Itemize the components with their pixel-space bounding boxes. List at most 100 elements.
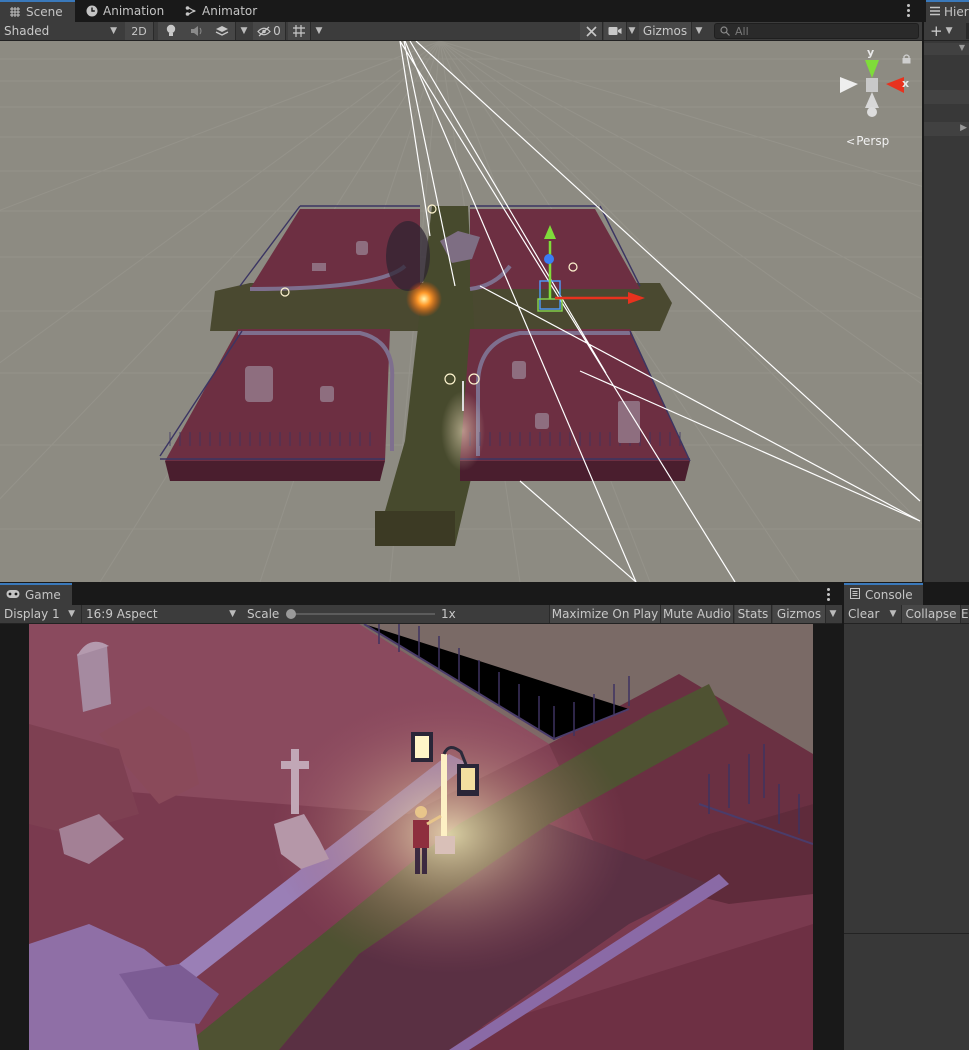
search-icon — [720, 26, 730, 36]
scale-value: 1x — [441, 607, 456, 621]
lighting-toggle-button[interactable] — [158, 22, 185, 40]
game-tab-strip: Game — [0, 583, 842, 605]
console-detail-area — [844, 934, 969, 1050]
hierarchy-toolbar: + ▼ — [924, 22, 969, 41]
scene-viewport[interactable]: y x < Persp — [0, 41, 922, 582]
chevron-down-icon: ▼ — [315, 26, 323, 36]
hierarchy-panel: Hier + ▼ ▼ ▶ — [924, 0, 969, 582]
game-letterbox-right — [813, 624, 842, 1050]
tab-scene-label: Scene — [26, 5, 63, 19]
audio-toggle-button[interactable] — [184, 22, 209, 40]
light-bulb-icon — [166, 24, 176, 36]
gamepad-icon — [6, 588, 20, 602]
tab-scene[interactable]: Scene — [0, 0, 75, 22]
display-dropdown[interactable]: Display 1 ▼ — [0, 605, 79, 623]
effects-toggle-button[interactable] — [208, 22, 236, 40]
scene-panel-menu-icon[interactable] — [907, 4, 910, 17]
chevron-down-icon: ▼ — [628, 26, 636, 36]
scene-gizmos-button[interactable]: Gizmos — [639, 22, 692, 40]
vertical-splitter[interactable] — [842, 583, 844, 1050]
chevron-down-icon: ▼ — [958, 43, 965, 52]
scale-slider-thumb[interactable] — [286, 609, 296, 619]
tab-animator[interactable]: Animator — [176, 0, 265, 22]
hierarchy-row-highlight[interactable]: ▶ — [924, 122, 969, 136]
gizmo-x-label: x — [902, 77, 910, 90]
camera-dropdown[interactable]: ▼ — [626, 22, 638, 40]
scene-toolbar: Shaded ▼ 2D ▼ 0 ▼ ▼ Gizmos ▼ All — [0, 22, 922, 41]
clear-button[interactable]: Clear — [848, 605, 879, 623]
orientation-gizmo[interactable]: y x — [838, 46, 916, 126]
error-pause-button[interactable]: E — [961, 605, 969, 623]
projection-label: Persp — [856, 134, 890, 148]
chevron-down-icon: ▼ — [829, 609, 837, 619]
draw-mode-label: Shaded — [4, 24, 50, 38]
tab-animator-label: Animator — [202, 4, 258, 18]
layers-icon — [215, 26, 228, 36]
aspect-dropdown[interactable]: 16:9 Aspect ▼ — [81, 605, 240, 623]
tab-hierarchy-label: Hier — [944, 5, 969, 19]
tab-console[interactable]: Console — [844, 583, 923, 605]
chevron-down-icon: ▼ — [229, 609, 236, 619]
game-gizmos-dropdown[interactable]: ▼ — [826, 605, 840, 623]
clear-dropdown[interactable]: ▼ — [887, 605, 899, 623]
vertical-splitter[interactable] — [922, 0, 924, 582]
2d-toggle-button[interactable]: 2D — [125, 22, 154, 40]
game-letterbox-left — [0, 624, 29, 1050]
scene-search-field[interactable]: All — [714, 23, 919, 39]
chevron-down-icon: ▼ — [110, 26, 117, 36]
chevron-right-icon: ▶ — [960, 123, 967, 133]
game-panel-menu-icon[interactable] — [827, 588, 830, 601]
projection-toggle[interactable]: < Persp — [846, 134, 889, 148]
mute-audio-button[interactable]: Mute Audio — [661, 605, 734, 623]
clear-label: Clear — [848, 607, 880, 621]
grid-toggle-button[interactable] — [288, 22, 311, 40]
gizmo-y-label: y — [867, 46, 875, 59]
maximize-on-play-button[interactable]: Maximize On Play — [549, 605, 661, 623]
stats-label: Stats — [737, 607, 769, 621]
2d-toggle-label: 2D — [131, 24, 147, 38]
scene-search-placeholder: All — [735, 24, 749, 38]
scene-gizmos-label: Gizmos — [642, 24, 688, 38]
console-panel: Console Clear ▼ Collapse E — [844, 583, 969, 1050]
camera-settings-button[interactable] — [604, 22, 627, 40]
tab-animation[interactable]: Animation — [77, 0, 172, 22]
chevron-down-icon: ▼ — [945, 26, 953, 36]
hidden-objects-toggle[interactable]: 0 — [253, 22, 286, 40]
lock-icon[interactable] — [902, 54, 911, 64]
plus-icon: + — [930, 21, 943, 40]
hierarchy-list-icon — [930, 5, 940, 19]
scale-slider[interactable] — [286, 608, 435, 620]
mute-audio-label: Mute Audio — [663, 607, 731, 621]
create-button[interactable]: + ▼ — [930, 22, 953, 40]
console-log-list[interactable] — [844, 624, 969, 933]
animator-icon — [184, 5, 197, 18]
scene-render — [0, 41, 922, 582]
scene-gizmos-dropdown[interactable]: ▼ — [692, 22, 706, 40]
grid-dropdown[interactable]: ▼ — [312, 22, 326, 40]
hierarchy-row-highlight[interactable] — [924, 90, 969, 104]
tab-console-label: Console — [865, 588, 913, 602]
stats-button[interactable]: Stats — [735, 605, 772, 623]
collapse-label: Collapse — [905, 607, 957, 621]
tab-game[interactable]: Game — [0, 583, 72, 605]
effects-dropdown[interactable]: ▼ — [237, 22, 251, 40]
tools-button[interactable] — [580, 22, 603, 40]
scene-tab-strip: Scene Animation Animator — [0, 0, 922, 22]
chevron-down-icon: ▼ — [695, 26, 703, 36]
game-viewport[interactable] — [0, 624, 842, 1050]
hierarchy-scene-header[interactable]: ▼ — [924, 43, 969, 55]
draw-mode-dropdown[interactable]: Shaded ▼ — [0, 22, 122, 40]
chevron-left-icon: < — [846, 134, 856, 148]
tab-animation-label: Animation — [103, 4, 165, 18]
tab-game-label: Game — [25, 588, 61, 602]
display-label: Display 1 — [4, 607, 60, 621]
horizontal-splitter[interactable] — [0, 582, 969, 583]
tools-icon — [585, 25, 597, 37]
game-gizmos-label: Gizmos — [776, 607, 822, 621]
game-gizmos-button[interactable]: Gizmos — [773, 605, 826, 623]
game-render — [29, 624, 813, 1050]
chevron-down-icon: ▼ — [68, 609, 75, 619]
collapse-button[interactable]: Collapse — [901, 605, 961, 623]
animation-clock-icon — [85, 5, 98, 18]
tab-hierarchy[interactable]: Hier — [926, 0, 969, 22]
